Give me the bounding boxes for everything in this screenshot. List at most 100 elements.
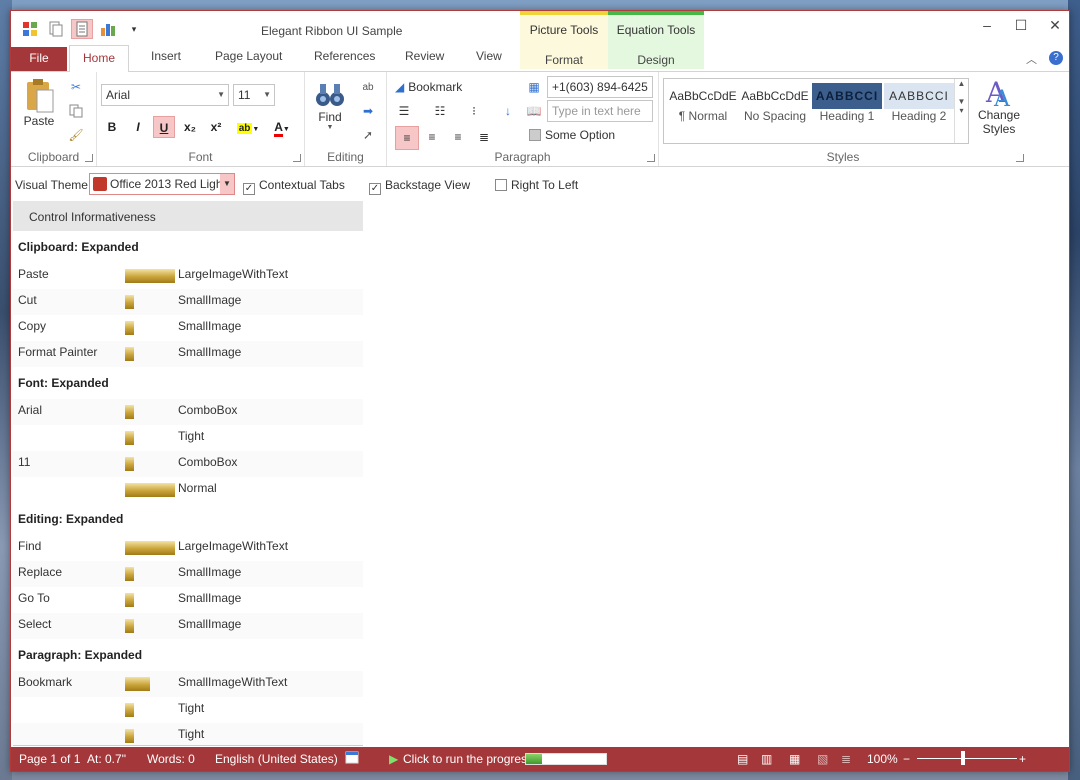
bookmark-button[interactable]: ◢ Bookmark: [395, 80, 462, 94]
visual-theme-select[interactable]: Office 2013 Red Ligh ▼: [89, 173, 235, 195]
format-painter-icon[interactable]: 🖌: [67, 126, 85, 144]
justify-icon[interactable]: ≣: [475, 128, 493, 146]
align-center-icon[interactable]: ≡: [423, 128, 441, 146]
tab-page-layout[interactable]: Page Layout: [215, 49, 282, 63]
right-to-left-checkbox[interactable]: Right To Left: [495, 178, 578, 192]
zoom-out-icon[interactable]: −: [903, 752, 910, 766]
go-to-icon[interactable]: ➡: [359, 102, 377, 120]
contextual-tabs-checkbox[interactable]: ✓ Contextual Tabs: [243, 178, 345, 195]
informativeness-bar[interactable]: [125, 269, 175, 283]
zoom-in-icon[interactable]: +: [1019, 752, 1026, 766]
customize-qat-icon[interactable]: ▾: [123, 19, 145, 39]
styles-launcher-icon[interactable]: [1016, 154, 1024, 162]
outline-icon[interactable]: ▧: [817, 752, 828, 766]
document-icon[interactable]: [71, 19, 93, 39]
help-icon[interactable]: ?: [1049, 51, 1063, 65]
informativeness-bar[interactable]: [125, 321, 134, 335]
copy-document-icon[interactable]: [45, 19, 67, 39]
draft-icon[interactable]: ≣: [841, 752, 851, 766]
informativeness-bar[interactable]: [125, 593, 134, 607]
tab-home[interactable]: Home: [69, 45, 130, 72]
replace-icon[interactable]: ab: [359, 78, 377, 96]
informativeness-bar[interactable]: [125, 703, 134, 717]
backstage-view-checkbox[interactable]: ✓ Backstage View: [369, 178, 470, 195]
multilevel-list-icon[interactable]: ⁝: [465, 102, 483, 120]
web-layout-icon[interactable]: ▦: [789, 752, 800, 766]
run-progress-label[interactable]: Click to run the progress: [403, 752, 533, 766]
informativeness-value: LargeImageWithText: [178, 539, 289, 553]
text-input[interactable]: Type in text here: [547, 100, 653, 122]
print-layout-icon[interactable]: ▤: [737, 752, 748, 766]
bullets-icon[interactable]: ☰: [395, 102, 413, 120]
informativeness-bar[interactable]: [125, 405, 134, 419]
informativeness-bar[interactable]: [125, 567, 134, 581]
calendar-icon[interactable]: [345, 750, 359, 767]
chart-icon[interactable]: [97, 19, 119, 39]
control-name: Cut: [18, 293, 37, 307]
tab-view[interactable]: View: [476, 49, 502, 63]
font-launcher-icon[interactable]: [293, 154, 301, 162]
phone-input[interactable]: +1(603) 894-6425: [547, 76, 653, 98]
font-color-button[interactable]: A▼: [267, 116, 297, 138]
font-size-combo[interactable]: 11 ▼: [233, 84, 275, 106]
select-icon[interactable]: ➚: [359, 126, 377, 144]
reading-mode-icon[interactable]: ▥: [761, 752, 772, 766]
some-option-checkbox[interactable]: Some Option: [529, 128, 615, 142]
informativeness-value: ComboBox: [178, 455, 238, 469]
progress-bar: [525, 753, 607, 765]
zoom-slider-thumb[interactable]: [961, 751, 965, 765]
style-heading-2[interactable]: AABBCCI Heading 2: [884, 83, 954, 139]
style-normal[interactable]: AaBbCcDdE ¶ Normal: [668, 83, 738, 139]
informativeness-bar[interactable]: [125, 483, 175, 497]
collapse-ribbon-icon[interactable]: ︿: [1026, 51, 1037, 67]
align-left-icon[interactable]: ≡: [395, 126, 419, 150]
sort-icon[interactable]: ↓: [499, 102, 517, 120]
highlight-color-button[interactable]: ab ▼: [233, 116, 263, 138]
close-icon[interactable]: ✕: [1047, 17, 1063, 34]
informativeness-bar[interactable]: [125, 541, 175, 555]
superscript-button[interactable]: x²: [205, 116, 227, 138]
word-count: Words: 0: [147, 752, 195, 766]
styles-group-label: Styles: [826, 150, 860, 164]
italic-button[interactable]: I: [127, 116, 149, 138]
zoom-slider-track[interactable]: [917, 758, 1017, 759]
style-name: Heading 1: [819, 109, 875, 123]
informativeness-row: Replace SmallImage: [13, 561, 363, 587]
subscript-button[interactable]: x₂: [179, 116, 201, 138]
paste-button[interactable]: Paste: [23, 78, 55, 128]
gallery-scroll[interactable]: ▲ ▼ ▾: [954, 79, 968, 143]
underline-button[interactable]: U: [153, 116, 175, 138]
informativeness-bar[interactable]: [125, 295, 134, 309]
chevron-down-icon: ▼: [263, 90, 271, 99]
informativeness-bar[interactable]: [125, 457, 134, 471]
clipboard-launcher-icon[interactable]: [85, 154, 93, 162]
align-right-icon[interactable]: ≡: [449, 128, 467, 146]
tab-file[interactable]: File: [11, 47, 67, 71]
numbering-icon[interactable]: ☷: [431, 102, 449, 120]
app-icon[interactable]: [19, 19, 41, 39]
tab-references[interactable]: References: [314, 49, 375, 63]
minimize-icon[interactable]: –: [979, 17, 995, 34]
paragraph-launcher-icon[interactable]: [647, 154, 655, 162]
informativeness-bar[interactable]: [125, 677, 150, 691]
find-button[interactable]: Find ▼: [315, 82, 345, 131]
play-icon[interactable]: ▶: [389, 752, 398, 766]
informativeness-row: Arial ComboBox: [13, 399, 363, 425]
change-styles-button[interactable]: AA Change Styles: [975, 76, 1023, 136]
bold-button[interactable]: B: [101, 116, 123, 138]
informativeness-bar[interactable]: [125, 347, 134, 361]
language-indicator[interactable]: English (United States): [215, 752, 338, 766]
cut-icon[interactable]: ✂: [67, 78, 85, 96]
copy-icon[interactable]: [67, 102, 85, 120]
informativeness-bar[interactable]: [125, 431, 134, 445]
zoom-level[interactable]: 100%: [867, 752, 898, 766]
informativeness-bar[interactable]: [125, 619, 134, 633]
maximize-icon[interactable]: ☐: [1013, 17, 1029, 34]
font-group-label: Font: [188, 150, 213, 164]
style-no-spacing[interactable]: AaBbCcDdE No Spacing: [740, 83, 810, 139]
tab-insert[interactable]: Insert: [151, 49, 181, 63]
informativeness-bar[interactable]: [125, 729, 134, 743]
style-heading-1[interactable]: AABBCCI Heading 1: [812, 83, 882, 139]
tab-review[interactable]: Review: [405, 49, 444, 63]
font-family-combo[interactable]: Arial ▼: [101, 84, 229, 106]
